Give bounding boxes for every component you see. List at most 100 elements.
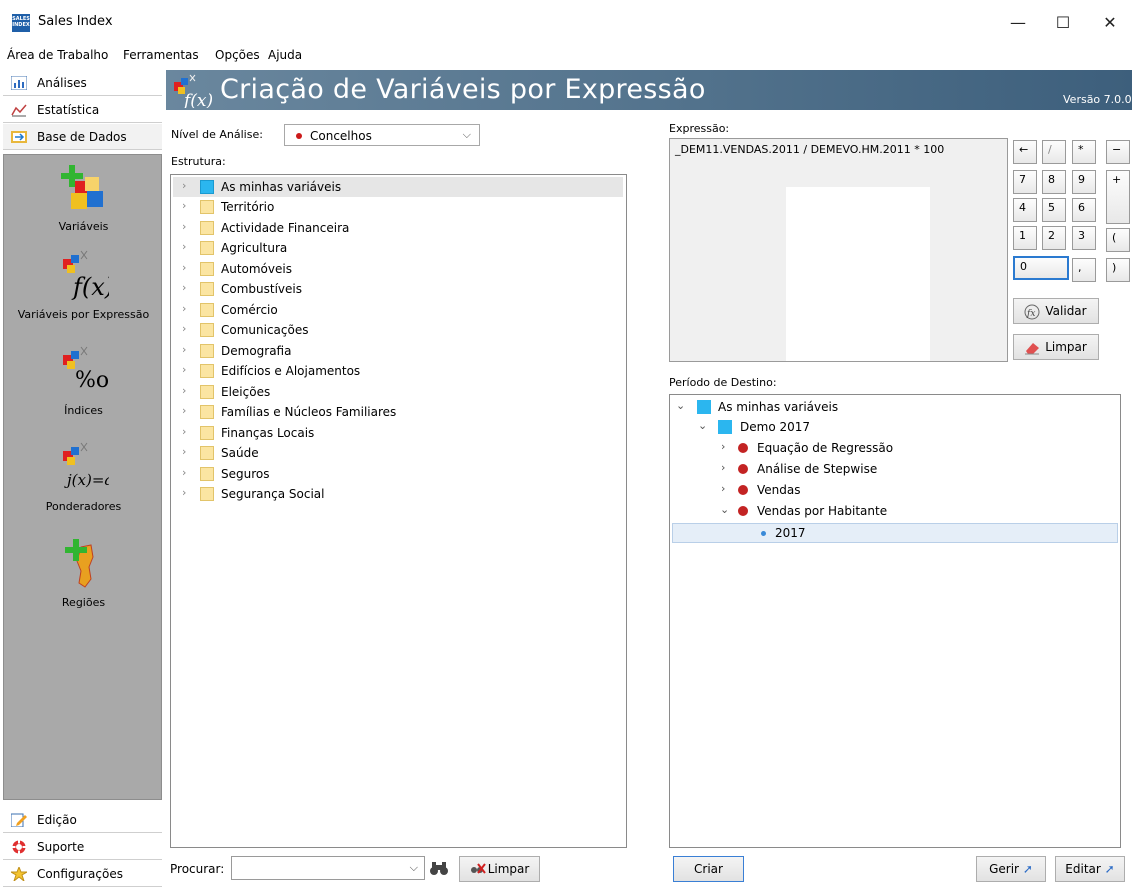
sidebar-item-ponderadores[interactable]: j(x)=a/b Ponderadores [4, 441, 163, 513]
tree-item[interactable]: › Comunicações [173, 320, 623, 340]
sidebar-tab-estatistica[interactable]: Estatística [3, 97, 162, 123]
chevron-right-icon: › [182, 384, 187, 397]
tree-item[interactable]: ⌄ Vendas por Habitante [670, 501, 1120, 521]
key-6[interactable]: 6 [1072, 198, 1096, 222]
key-left-paren[interactable]: ( [1106, 228, 1130, 252]
variable-dot-icon [738, 506, 748, 516]
editar-button[interactable]: Editar ➚ [1055, 856, 1125, 882]
tree-item[interactable]: › Território [173, 197, 623, 217]
limpar-search-button[interactable]: Limpar [459, 856, 540, 882]
nivel-value: Concelhos [310, 129, 372, 143]
sidebar-item-variaveis-por-expressao[interactable]: f(x) Variáveis por Expressão [4, 249, 163, 321]
sidebar-tab-configuracoes[interactable]: Configurações [3, 861, 162, 887]
function-icon: f(x) [174, 74, 212, 108]
minimize-button[interactable]: — [998, 8, 1038, 38]
key-right-paren[interactable]: ) [1106, 258, 1130, 282]
sidebar-panel: Variáveis f(x) Variáveis por Expressão %… [3, 154, 162, 800]
sidebar-item-label: Variáveis por Expressão [17, 308, 150, 321]
maximize-button[interactable]: ☐ [1043, 8, 1083, 38]
tree-item-selected[interactable]: 2017 [672, 523, 1118, 543]
folder-icon [200, 262, 214, 276]
key-7[interactable]: 7 [1013, 170, 1037, 194]
chart-icon [11, 76, 27, 90]
key-minus[interactable]: − [1106, 140, 1130, 164]
key-plus[interactable]: + [1106, 170, 1130, 224]
key-comma[interactable]: , [1072, 258, 1096, 282]
tree-item[interactable]: › Demografia [173, 341, 623, 361]
criar-button[interactable]: Criar [673, 856, 744, 882]
chevron-down-icon: ⌵ [462, 128, 471, 141]
tree-item[interactable]: › Análise de Stepwise [670, 459, 1120, 479]
key-9[interactable]: 9 [1072, 170, 1096, 194]
menu-ferramentas[interactable]: Ferramentas [123, 48, 199, 62]
tree-item[interactable]: › Seguros [173, 464, 623, 484]
sidebar-tab-suporte[interactable]: Suporte [3, 834, 162, 860]
tree-item[interactable]: › Comércio [173, 300, 623, 320]
tree-item[interactable]: › Agricultura [173, 238, 623, 258]
svg-text:f(x): f(x) [182, 91, 212, 108]
estrutura-label: Estrutura: [171, 155, 226, 168]
menu-area-de-trabalho[interactable]: Área de Trabalho [7, 48, 108, 62]
key-1[interactable]: 1 [1013, 226, 1037, 250]
folder-icon [200, 344, 214, 358]
tree-item[interactable]: › As minhas variáveis [173, 177, 623, 197]
variable-dot-icon [738, 485, 748, 495]
expressao-editor[interactable]: _DEM11.VENDAS.2011 / DEMEVO.HM.2011 * 10… [669, 138, 1008, 362]
gerir-button[interactable]: Gerir ➚ [976, 856, 1046, 882]
tree-item[interactable]: › Actividade Financeira [173, 218, 623, 238]
chevron-right-icon: › [182, 261, 187, 274]
chevron-right-icon: › [182, 343, 187, 356]
key-4[interactable]: 4 [1013, 198, 1037, 222]
tree-item[interactable]: › Edifícios e Alojamentos [173, 361, 623, 381]
chevron-right-icon: › [182, 322, 187, 335]
expressao-blank-area [786, 187, 930, 361]
tree-item[interactable]: › Combustíveis [173, 279, 623, 299]
tree-item[interactable]: › Eleições [173, 382, 623, 402]
folder-icon [200, 323, 214, 337]
sidebar-tab-base-de-dados[interactable]: Base de Dados [3, 124, 162, 150]
sidebar-item-indices[interactable]: %o Índices [4, 345, 163, 417]
procurar-input[interactable]: ⌵ [231, 856, 425, 880]
sidebar-tab-analises[interactable]: Análises [3, 70, 162, 96]
version-label: Versão 7.0.0 [1063, 93, 1132, 106]
tree-item[interactable]: ⌄ As minhas variáveis [670, 397, 1120, 417]
sidebar-tab-label: Edição [37, 813, 77, 827]
tree-item[interactable]: ⌄ Demo 2017 [670, 417, 1120, 437]
key-backspace[interactable]: ← [1013, 140, 1037, 164]
key-3[interactable]: 3 [1072, 226, 1096, 250]
key-8[interactable]: 8 [1042, 170, 1066, 194]
sidebar-tab-edicao[interactable]: Edição [3, 807, 162, 833]
sidebar-item-variaveis[interactable]: Variáveis [4, 161, 163, 233]
eraser-icon [1025, 343, 1039, 355]
variables-icon [60, 165, 103, 209]
key-2[interactable]: 2 [1042, 226, 1066, 250]
tree-item[interactable]: › Vendas [670, 480, 1120, 500]
svg-text:%o: %o [75, 368, 109, 393]
tree-item[interactable]: › Equação de Regressão [670, 438, 1120, 458]
close-button[interactable]: ✕ [1090, 8, 1130, 38]
key-divide[interactable]: / [1042, 140, 1066, 164]
nivel-label: Nível de Análise: [171, 128, 263, 141]
expressao-label: Expressão: [669, 122, 730, 135]
limpar-expression-button[interactable]: Limpar [1013, 334, 1099, 360]
binoculars-icon[interactable] [429, 859, 449, 879]
sidebar-item-regioes[interactable]: Regiões [4, 537, 163, 609]
weights-icon: j(x)=a/b [62, 442, 127, 489]
tree-item[interactable]: › Saúde [173, 443, 623, 463]
nivel-analise-select[interactable]: Concelhos ⌵ [284, 124, 480, 146]
folder-icon [200, 385, 214, 399]
validar-button[interactable]: fx Validar [1013, 298, 1099, 324]
key-0[interactable]: 0 [1013, 256, 1069, 280]
key-multiply[interactable]: * [1072, 140, 1096, 164]
tree-item[interactable]: › Famílias e Núcleos Familiares [173, 402, 623, 422]
tree-item[interactable]: › Finanças Locais [173, 423, 623, 443]
regions-icon [64, 539, 94, 588]
menu-bar: Área de Trabalho Ferramentas Opções Ajud… [0, 46, 1132, 66]
menu-ajuda[interactable]: Ajuda [268, 48, 302, 62]
key-5[interactable]: 5 [1042, 198, 1066, 222]
tree-item[interactable]: › Segurança Social [173, 484, 623, 504]
red-dot-icon [296, 133, 302, 139]
tree-item[interactable]: › Automóveis [173, 259, 623, 279]
chevron-down-icon: ⌄ [698, 419, 708, 432]
menu-opcoes[interactable]: Opções [215, 48, 260, 62]
